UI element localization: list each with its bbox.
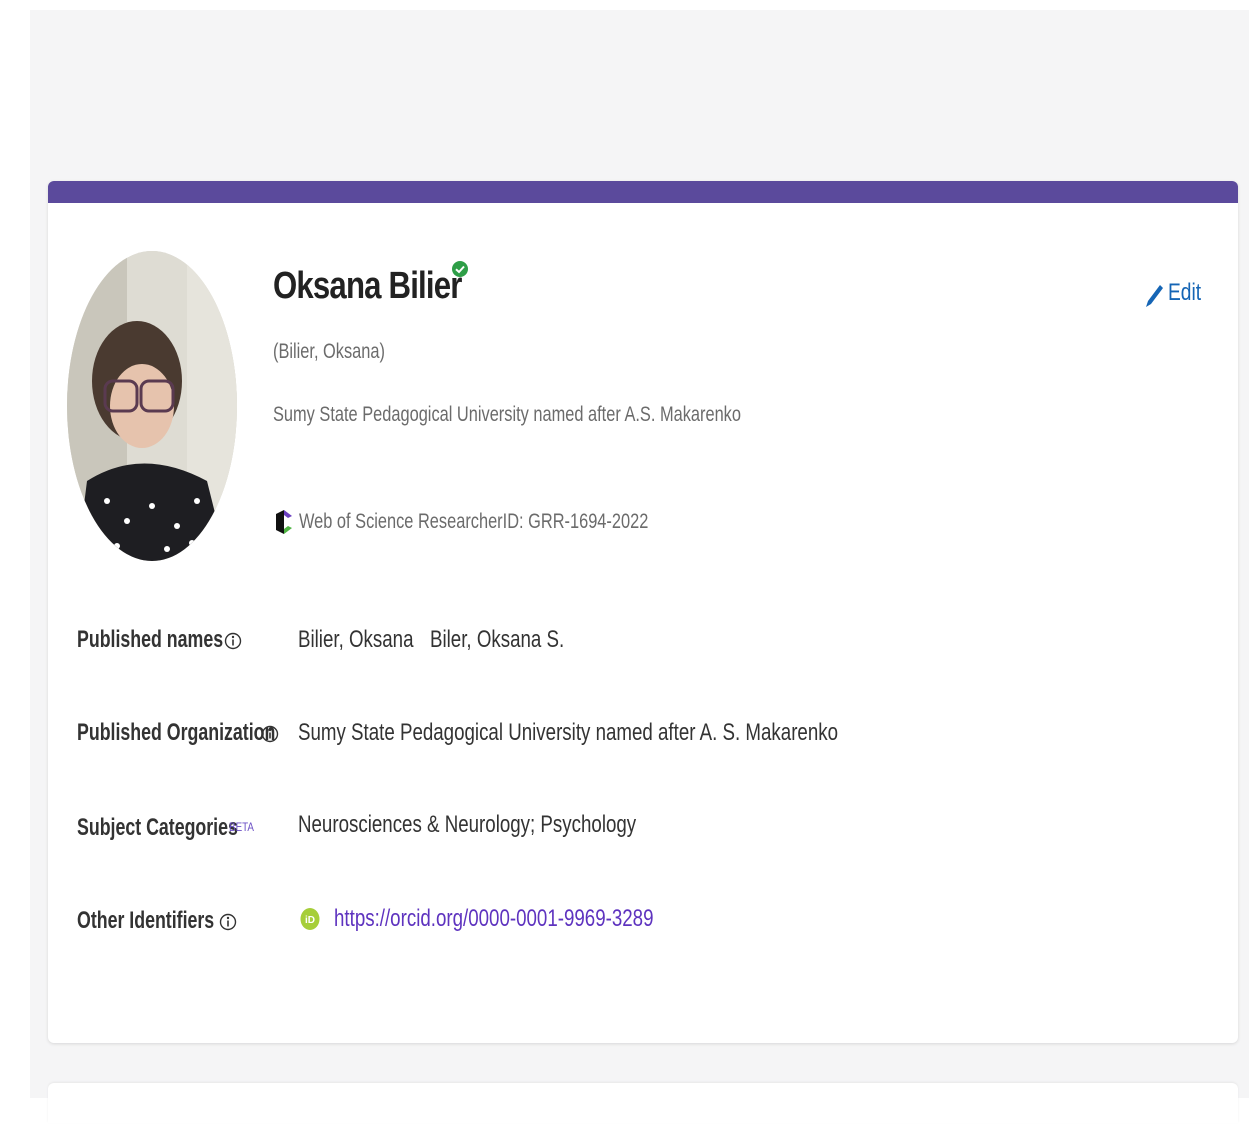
- subject-categories-value: Neurosciences & Neurology; Psychology: [298, 811, 637, 838]
- info-icon[interactable]: [219, 911, 237, 933]
- verified-check-icon: [452, 261, 468, 277]
- avatar: [67, 251, 237, 561]
- profile-card: Oksana Bilier (Bilier, Oksana) Sumy Stat…: [48, 181, 1238, 1043]
- orcid-icon: iD: [300, 908, 320, 930]
- published-name-2: Biler, Oksana S.: [430, 626, 565, 653]
- other-identifiers-label: Other Identifiers: [77, 907, 215, 934]
- profile-alt-name: (Bilier, Oksana): [273, 340, 385, 363]
- published-organization-value: Sumy State Pedagogical University named …: [298, 719, 839, 746]
- published-organization-label: Published Organization: [77, 719, 276, 746]
- researcher-id-text: Web of Science ResearcherID: GRR-1694-20…: [299, 510, 649, 533]
- avatar-photo: [67, 251, 237, 561]
- info-icon[interactable]: [261, 723, 279, 745]
- card-accent-bar: [48, 181, 1238, 203]
- published-name-1: Bilier, Oksana: [298, 626, 414, 653]
- beta-badge: BETA: [229, 820, 254, 834]
- info-icon[interactable]: [224, 630, 242, 652]
- pencil-icon: [1146, 285, 1163, 307]
- subject-categories-label: Subject Categories: [77, 814, 238, 841]
- web-of-science-icon: [276, 510, 292, 534]
- researcher-id-row: Web of Science ResearcherID: GRR-1694-20…: [273, 506, 747, 538]
- edit-button[interactable]: Edit: [1144, 275, 1209, 311]
- orcid-link[interactable]: https://orcid.org/0000-0001-9969-3289: [334, 905, 654, 933]
- next-card: [48, 1083, 1238, 1123]
- profile-name: Oksana Bilier: [273, 265, 462, 307]
- published-names-label: Published names: [77, 626, 224, 653]
- edit-label: Edit: [1168, 279, 1202, 306]
- svg-text:iD: iD: [305, 915, 315, 926]
- profile-affiliation: Sumy State Pedagogical University named …: [273, 403, 741, 426]
